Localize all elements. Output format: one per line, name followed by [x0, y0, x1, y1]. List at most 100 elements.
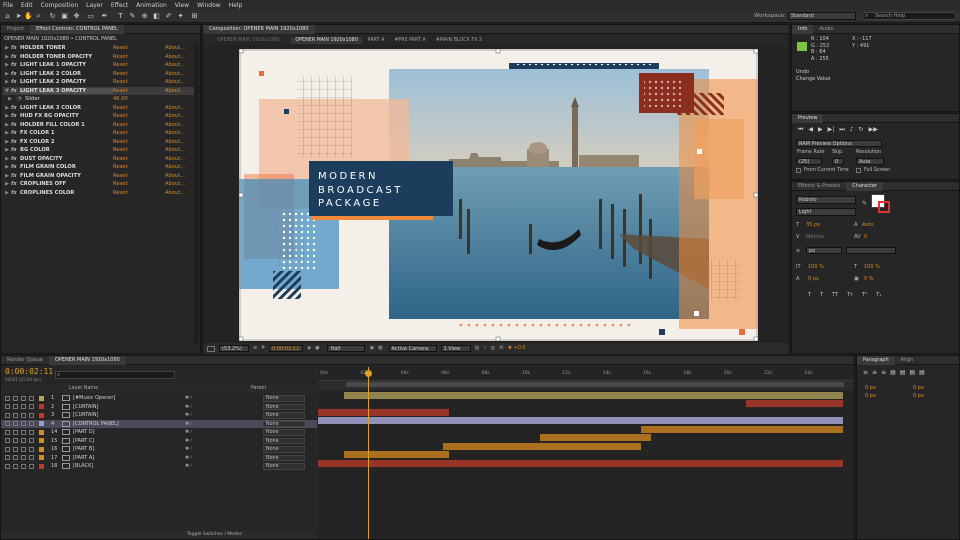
nav-opener-main[interactable]: OPENER MAIN 1920x1080: [291, 36, 362, 44]
slider-row[interactable]: ▶ ◔ Slider 46.00: [3, 95, 195, 104]
tab-character[interactable]: Character: [846, 181, 883, 191]
align-center-icon[interactable]: ≡: [872, 369, 877, 376]
about-link[interactable]: About...: [165, 62, 185, 68]
collapsed-triangle-icon[interactable]: ▶: [3, 173, 11, 179]
reset-link[interactable]: Reset: [113, 164, 165, 170]
collapsed-triangle-icon[interactable]: ▶: [3, 113, 11, 119]
about-link[interactable]: About...: [165, 79, 185, 85]
visibility-eye-icon[interactable]: [5, 438, 10, 443]
safe-zones-icon[interactable]: ⊞: [253, 346, 257, 351]
camera-tool-icon[interactable]: ▣: [60, 12, 69, 21]
solo-toggle-icon[interactable]: [21, 395, 26, 401]
stopwatch-icon[interactable]: ◔: [17, 96, 25, 102]
tab-timeline-comp[interactable]: OPENER MAIN 1920x1080: [48, 355, 126, 365]
tab-align[interactable]: Align: [895, 356, 920, 365]
layer-duration-bar[interactable]: [443, 442, 641, 450]
layer-name[interactable]: [CURTAIN]: [73, 411, 98, 420]
reset-link[interactable]: Reset: [113, 62, 165, 68]
snapshot-icon[interactable]: ◉: [307, 346, 311, 351]
collapsed-triangle-icon[interactable]: ▶: [3, 190, 11, 196]
space-before-value[interactable]: 0 px: [865, 392, 876, 400]
menu-animation[interactable]: Animation: [136, 2, 167, 9]
menu-edit[interactable]: Edit: [21, 2, 33, 9]
parent-select[interactable]: None: [263, 429, 305, 436]
about-link[interactable]: About...: [165, 122, 185, 128]
subscript-button[interactable]: T₁: [876, 292, 881, 298]
reset-link[interactable]: Reset: [113, 79, 165, 85]
rotate-tool-icon[interactable]: ↻: [48, 12, 57, 21]
fx-icon[interactable]: fx: [11, 105, 20, 111]
lock-toggle-icon[interactable]: [29, 412, 34, 418]
layer-row[interactable]: 3 [CURTAIN] ✱ ⁄ @ None: [1, 411, 317, 420]
layer-row[interactable]: 1 [#Music Opener] ✱ ⁄ @ None: [1, 394, 317, 403]
space-after-value[interactable]: 0 px: [913, 392, 924, 400]
reset-link[interactable]: Reset: [113, 139, 165, 145]
tab-info[interactable]: Info: [792, 24, 814, 34]
flowchart-icon[interactable]: ⌘: [499, 346, 504, 351]
loop-icon[interactable]: ↻: [859, 126, 864, 134]
fx-icon[interactable]: fx: [11, 139, 20, 145]
layer-duration-bar[interactable]: [641, 425, 843, 433]
last-frame-icon[interactable]: ⏭: [839, 126, 844, 134]
layer-duration-bar[interactable]: [318, 417, 843, 424]
effect-row[interactable]: ▶ fx HOLDER TONER Reset About...: [3, 44, 195, 53]
search-help-input[interactable]: Search Help: [862, 12, 956, 20]
fx-icon[interactable]: fx: [11, 181, 20, 187]
toggle-pixel-icon[interactable]: ▤: [475, 346, 480, 351]
expanded-triangle-icon[interactable]: ▼: [3, 88, 11, 94]
collapsed-triangle-icon[interactable]: ▶: [3, 79, 11, 85]
parent-select[interactable]: None: [263, 403, 305, 410]
eyedropper-icon[interactable]: ✎: [862, 200, 867, 207]
layer-name[interactable]: [CURTAIN]: [73, 403, 98, 412]
slider-value[interactable]: 46.00: [113, 96, 165, 102]
layer-row[interactable]: 2 [CURTAIN] ✱ ⁄ @ None: [1, 403, 317, 412]
snap-icon[interactable]: ⊞: [190, 12, 199, 21]
audio-icon[interactable]: ♪: [850, 126, 854, 134]
effect-row[interactable]: ▶ fx FX COLOR 2 Reset About...: [3, 138, 195, 147]
visibility-eye-icon[interactable]: [5, 421, 10, 426]
reset-link[interactable]: Reset: [113, 113, 165, 119]
layer-duration-bar[interactable]: [344, 451, 450, 458]
indent-left-value[interactable]: 0 px: [865, 384, 876, 392]
layer-name[interactable]: [PART A]: [73, 454, 94, 463]
transparency-grid-icon[interactable]: ▦: [378, 346, 383, 351]
stroke-width-value[interactable]: px: [806, 247, 842, 254]
font-style-select[interactable]: Light: [796, 208, 856, 216]
label-color-swatch[interactable]: [39, 395, 44, 401]
layer-row[interactable]: 16 [PART B] ✱ ⁄ @ None: [1, 445, 317, 454]
tab-effect-controls[interactable]: Effect Controls: CONTROL PANEL: [30, 24, 124, 34]
lock-toggle-icon[interactable]: [29, 395, 34, 401]
prev-frame-icon[interactable]: ◀: [808, 126, 813, 134]
reset-link[interactable]: Reset: [113, 156, 165, 162]
collapsed-triangle-icon[interactable]: ▶: [3, 147, 11, 153]
layer-name[interactable]: [PART B]: [73, 445, 94, 454]
about-link[interactable]: About...: [165, 113, 185, 119]
collapsed-triangle-icon[interactable]: ▶: [3, 62, 11, 68]
menu-help[interactable]: Help: [229, 2, 243, 9]
hand-tool-icon[interactable]: ✋: [24, 12, 33, 21]
roto-tool-icon[interactable]: ✐: [164, 12, 173, 21]
fx-icon[interactable]: fx: [11, 79, 20, 85]
effect-row[interactable]: ▶ fx DUST OPACITY Reset About...: [3, 155, 195, 164]
layer-name[interactable]: [PART D]: [73, 428, 95, 437]
justify-left-icon[interactable]: ▤: [890, 369, 896, 376]
parent-select[interactable]: None: [263, 395, 305, 402]
fx-icon[interactable]: fx: [11, 88, 20, 94]
layer-row[interactable]: 14 [PART D] ✱ ⁄ @ None: [1, 428, 317, 437]
small-caps-button[interactable]: Tᴛ: [847, 292, 853, 298]
nav-part-a[interactable]: PART A: [368, 38, 385, 43]
reset-link[interactable]: Reset: [113, 130, 165, 136]
effect-row[interactable]: ▼ fx LIGHT LEAK 3 OPACITY Reset About...: [3, 86, 195, 95]
effect-row[interactable]: ▶ fx HUD FX BG OPACITY Reset About...: [3, 112, 195, 121]
current-time-field[interactable]: 0:00:02:11: [269, 345, 304, 352]
solo-toggle-icon[interactable]: [21, 412, 26, 418]
font-family-select[interactable]: Roboto: [796, 196, 856, 204]
time-graph[interactable]: 00s02s04s06s08s10s12s14s16s18s20s22s24s: [318, 367, 853, 539]
effect-row[interactable]: ▶ fx FILM GRAIN COLOR Reset About...: [3, 163, 195, 172]
fx-icon[interactable]: fx: [11, 156, 20, 162]
effect-row[interactable]: ▶ fx LIGHT LEAK 2 COLOR Reset About...: [3, 70, 195, 79]
frame-rate-select[interactable]: (25): [796, 158, 822, 165]
tsume-value[interactable]: 0 %: [864, 276, 874, 282]
reset-link[interactable]: Reset: [113, 122, 165, 128]
pen-tool-icon[interactable]: ✒: [100, 12, 109, 21]
